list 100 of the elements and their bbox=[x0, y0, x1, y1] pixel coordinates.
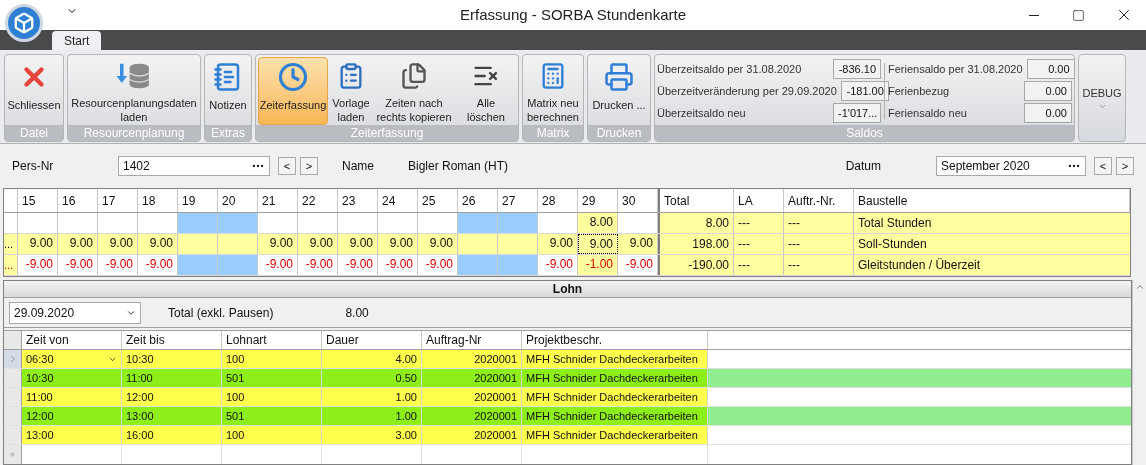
table-cell: 1.00 bbox=[322, 407, 422, 425]
saldo-field: -181.00 bbox=[840, 81, 889, 101]
table-cell: 9.00 bbox=[58, 234, 98, 254]
table-cell: MFH Schnider Dachdeckerarbeiten bbox=[522, 350, 708, 368]
total-label: Total (exkl. Pausen) bbox=[168, 304, 274, 322]
column-header: 16 bbox=[58, 189, 98, 212]
clock-icon bbox=[278, 62, 308, 92]
table-cell: 3.00 bbox=[322, 426, 422, 444]
previous-button[interactable]: < bbox=[278, 157, 296, 175]
ribbon-button[interactable]: Resourcenplanungsdaten laden bbox=[70, 57, 198, 125]
column-header: 25 bbox=[418, 189, 458, 212]
section-header: Lohn bbox=[4, 281, 1131, 298]
saldo-field: 0.00 bbox=[1024, 81, 1072, 101]
ribbon-tab[interactable]: Start bbox=[52, 31, 102, 50]
row-header[interactable] bbox=[4, 388, 22, 406]
table-cell: 1.00 bbox=[322, 388, 422, 406]
column-header: Lohnart bbox=[222, 331, 322, 349]
column-header: Zeit bis bbox=[122, 331, 222, 349]
row-header[interactable] bbox=[4, 369, 22, 387]
group-label: Matrix bbox=[523, 125, 583, 141]
ribbon-button[interactable]: Matrix neu berechnen bbox=[525, 57, 581, 125]
app-logo-icon[interactable] bbox=[5, 4, 43, 42]
column-header: 21 bbox=[258, 189, 298, 212]
table-cell: 9.00 bbox=[578, 234, 618, 254]
previous-button[interactable]: < bbox=[1094, 157, 1112, 175]
column-header: 27 bbox=[498, 189, 538, 212]
ribbon-button[interactable]: Alle löschen bbox=[456, 57, 516, 125]
scrollbar[interactable] bbox=[1132, 280, 1146, 465]
table-cell: 9.00 bbox=[418, 234, 458, 254]
table-cell: MFH Schnider Dachdeckerarbeiten bbox=[522, 388, 708, 406]
table-cell: 10:30 bbox=[22, 369, 122, 387]
table-cell: 2020001 bbox=[422, 426, 522, 444]
next-button[interactable]: > bbox=[1116, 157, 1134, 175]
date-dropdown[interactable]: 29.09.2020 bbox=[9, 301, 141, 324]
table-cell: 2020001 bbox=[422, 369, 522, 387]
ribbon-button[interactable]: Zeiterfassung bbox=[258, 57, 328, 125]
table-cell: Total Stunden bbox=[854, 213, 1130, 233]
saldo-label: Überzeitsaldo neu bbox=[657, 105, 746, 121]
column-header: 15 bbox=[18, 189, 58, 212]
saldo-field: -1'017... bbox=[833, 103, 881, 123]
ribbon-button[interactable]: Vorlage laden bbox=[330, 57, 372, 125]
table-cell: 100 bbox=[222, 350, 322, 368]
group-label: Extras bbox=[205, 125, 251, 141]
ribbon-button[interactable]: Drucken ... bbox=[590, 57, 648, 125]
column-header: 17 bbox=[98, 189, 138, 212]
column-header: Zeit von bbox=[22, 331, 122, 349]
group-label: Resourcenplanung bbox=[68, 125, 200, 141]
debug-button[interactable]: DEBUG bbox=[1078, 54, 1126, 142]
ribbon-button[interactable]: Zeiten nach rechts kopieren bbox=[374, 57, 454, 125]
column-header: 19 bbox=[178, 189, 218, 212]
row-header[interactable] bbox=[4, 426, 22, 444]
table-cell: 12:00 bbox=[122, 388, 222, 406]
table-cell: 2020001 bbox=[422, 350, 522, 368]
row-header[interactable] bbox=[4, 350, 22, 368]
documents-icon bbox=[399, 62, 429, 90]
ribbon-button[interactable]: Notizen bbox=[207, 57, 249, 125]
saldo-label: Feriensaldo per 31.08.2020 bbox=[888, 61, 1023, 77]
column-header: Projektbeschr. bbox=[522, 331, 708, 349]
saldo-label: Überzeitsaldo per 31.08.2020 bbox=[657, 61, 802, 77]
table-cell: 501 bbox=[222, 407, 322, 425]
table-cell: 198.00 bbox=[660, 234, 734, 254]
next-button[interactable]: > bbox=[300, 157, 318, 175]
maximize-icon bbox=[1072, 8, 1085, 22]
table-cell: 9.00 bbox=[258, 234, 298, 254]
table-cell: Soll-Stunden bbox=[854, 234, 1130, 254]
table-cell: --- bbox=[784, 234, 854, 254]
table-cell: 11:00 bbox=[122, 369, 222, 387]
table-cell: 12:00 bbox=[22, 407, 122, 425]
table-cell: 06:30 bbox=[22, 350, 122, 368]
group-label: Zeiterfassung bbox=[256, 125, 518, 141]
column-header: Auftr.-Nr. bbox=[784, 189, 854, 212]
saldo-field: 0.00 bbox=[1024, 103, 1072, 123]
month-field[interactable]: September 2020 bbox=[936, 156, 1086, 176]
table-cell: 100 bbox=[222, 388, 322, 406]
scroll-up-icon bbox=[1134, 282, 1145, 292]
field-label: Datum bbox=[845, 158, 881, 175]
new-row-icon bbox=[8, 450, 17, 459]
table-cell: 10:30 bbox=[122, 350, 222, 368]
pers-nr-field[interactable]: 1402 bbox=[118, 156, 270, 176]
table-cell: 8.00 bbox=[578, 213, 618, 233]
total-value: 8.00 bbox=[345, 304, 369, 322]
table-cell: 0.50 bbox=[322, 369, 422, 387]
printer-icon bbox=[604, 62, 634, 92]
table-cell: 4.00 bbox=[322, 350, 422, 368]
table-cell: 9.00 bbox=[338, 234, 378, 254]
column-header: Baustelle bbox=[854, 189, 1130, 212]
table-cell: 11:00 bbox=[22, 388, 122, 406]
window-title: Erfassung - SORBA Stundenkarte bbox=[460, 4, 686, 25]
minimize-icon bbox=[1028, 14, 1039, 16]
group-label: Datei bbox=[5, 125, 63, 141]
column-header: Auftrag-Nr bbox=[422, 331, 522, 349]
field-label: Pers-Nr bbox=[12, 158, 55, 175]
table-cell: 2020001 bbox=[422, 388, 522, 406]
table-cell: --- bbox=[734, 255, 784, 275]
column-header: 18 bbox=[138, 189, 178, 212]
table-cell: -190.00 bbox=[660, 255, 734, 275]
ribbon-button[interactable]: Schliessen bbox=[7, 57, 61, 125]
table-cell: -1.00 bbox=[578, 255, 618, 275]
row-header[interactable] bbox=[4, 407, 22, 425]
table-cell: Gleitstunden / Überzeit bbox=[854, 255, 1130, 275]
